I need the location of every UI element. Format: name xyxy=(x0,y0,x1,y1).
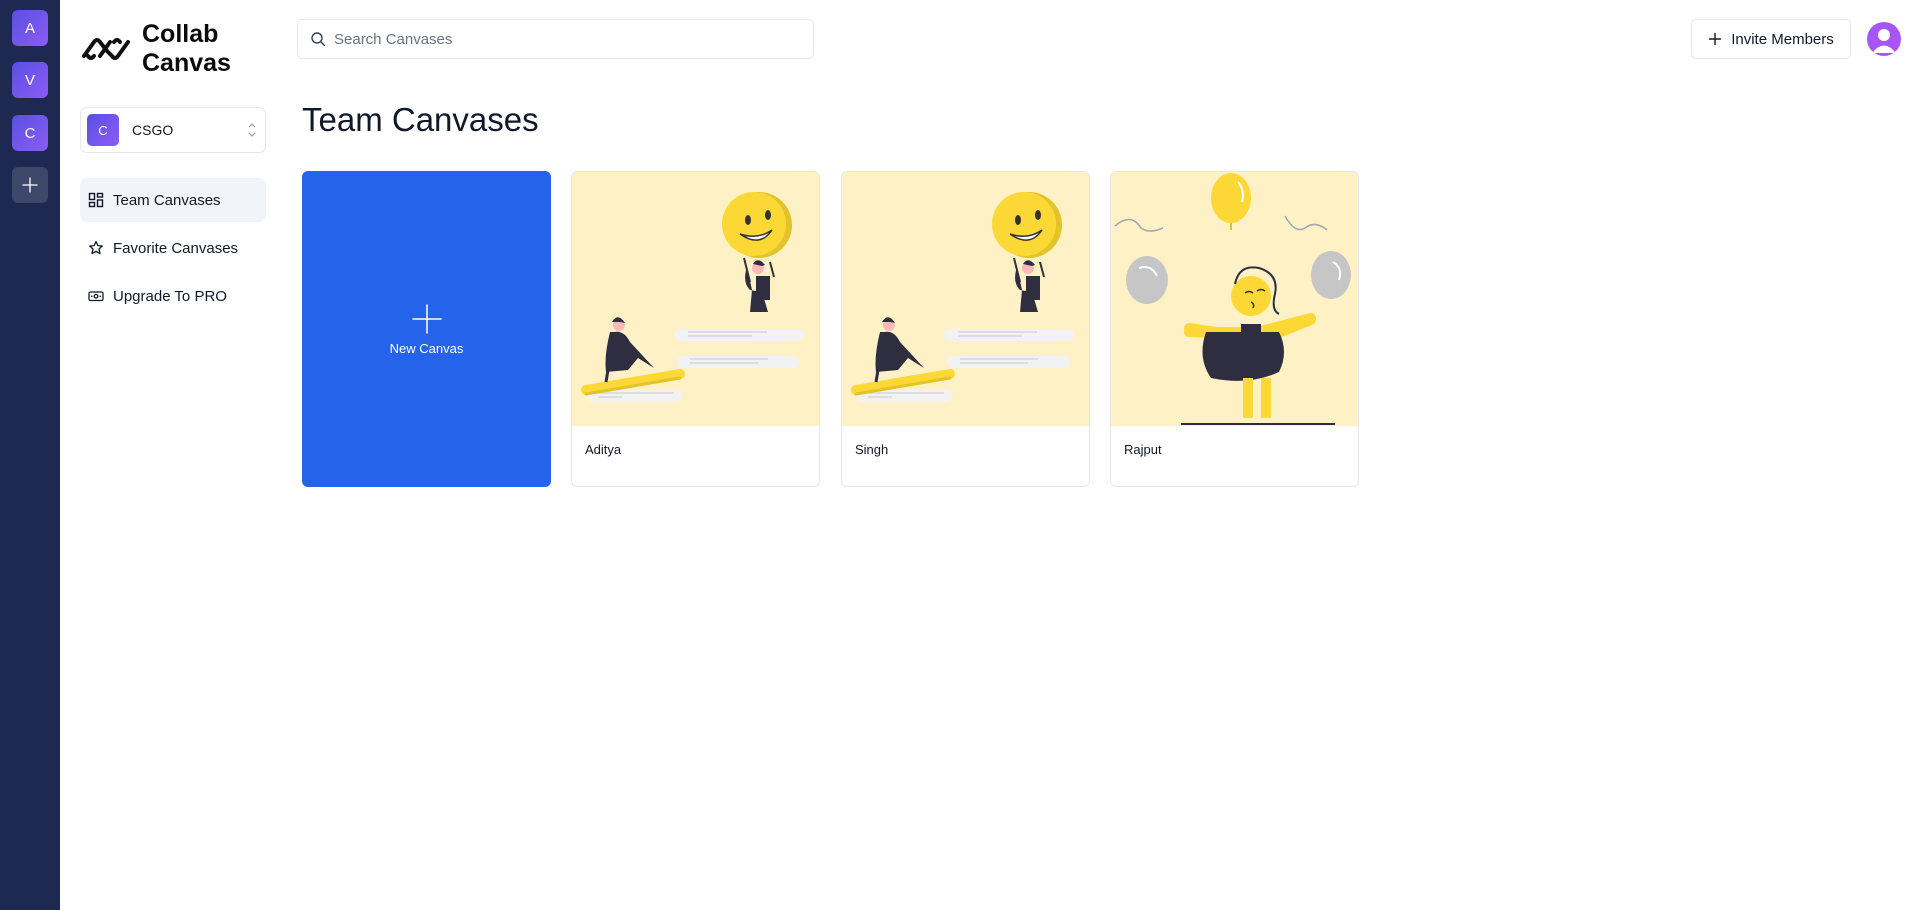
dashboard-icon xyxy=(88,192,104,208)
workspace-rail: A V C xyxy=(0,0,60,910)
new-canvas-button[interactable]: New Canvas xyxy=(302,171,551,487)
infinity-logo-icon xyxy=(82,38,130,60)
celebration-balloons-illustration xyxy=(1114,173,1351,425)
sidebar: Collab Canvas C CSGO Team Canvases Favor… xyxy=(60,0,280,910)
search-icon xyxy=(311,32,326,47)
chevron-up-down-icon xyxy=(247,121,257,139)
org-switcher-a[interactable]: A xyxy=(12,10,48,46)
org-initial: A xyxy=(24,19,35,37)
org-initial: V xyxy=(24,71,35,89)
banknote-icon xyxy=(88,291,104,302)
nav-team-canvases[interactable]: Team Canvases xyxy=(80,178,266,222)
plus-icon xyxy=(22,177,38,193)
search-input[interactable] xyxy=(334,30,794,48)
org-switcher-v[interactable]: V xyxy=(12,62,48,98)
organization-select[interactable]: C CSGO xyxy=(80,107,266,153)
canvas-thumbnail xyxy=(572,172,819,426)
canvas-card-singh[interactable]: Singh xyxy=(841,171,1090,487)
plus-icon xyxy=(1709,32,1722,46)
canvas-card-aditya[interactable]: Aditya xyxy=(571,171,820,487)
page-title: Team Canvases xyxy=(302,101,539,138)
nav-label: Upgrade To PRO xyxy=(113,287,227,305)
search-bar[interactable] xyxy=(297,19,814,59)
nav-upgrade-to-pro[interactable]: Upgrade To PRO xyxy=(80,274,266,318)
user-avatar[interactable] xyxy=(1867,22,1901,56)
canvas-name: Rajput xyxy=(1124,442,1162,457)
canvas-card-rajput[interactable]: Rajput xyxy=(1110,171,1359,487)
nav-label: Team Canvases xyxy=(113,191,221,209)
plus-icon xyxy=(411,303,442,334)
app-name: Collab Canvas xyxy=(142,20,231,77)
org-initial: C xyxy=(24,124,36,142)
org-avatar: C xyxy=(87,114,119,146)
smiley-balloon-illustration xyxy=(851,192,1074,402)
org-name: CSGO xyxy=(132,122,174,138)
org-switcher-c[interactable]: C xyxy=(12,115,48,151)
user-icon xyxy=(1872,29,1896,53)
canvas-thumbnail xyxy=(842,172,1089,426)
invite-label: Invite Members xyxy=(1731,30,1834,48)
new-canvas-label: New Canvas xyxy=(389,340,464,356)
canvas-name: Aditya xyxy=(585,442,622,457)
canvas-name: Singh xyxy=(855,442,889,457)
nav-label: Favorite Canvases xyxy=(113,239,239,257)
star-icon xyxy=(89,240,103,255)
app-logo[interactable]: Collab Canvas xyxy=(80,20,231,78)
canvas-thumbnail xyxy=(1111,172,1358,426)
add-organization-button[interactable] xyxy=(12,167,48,203)
invite-members-button[interactable]: Invite Members xyxy=(1691,19,1851,59)
nav-favorite-canvases[interactable]: Favorite Canvases xyxy=(80,226,266,270)
smiley-balloon-illustration xyxy=(581,192,804,402)
